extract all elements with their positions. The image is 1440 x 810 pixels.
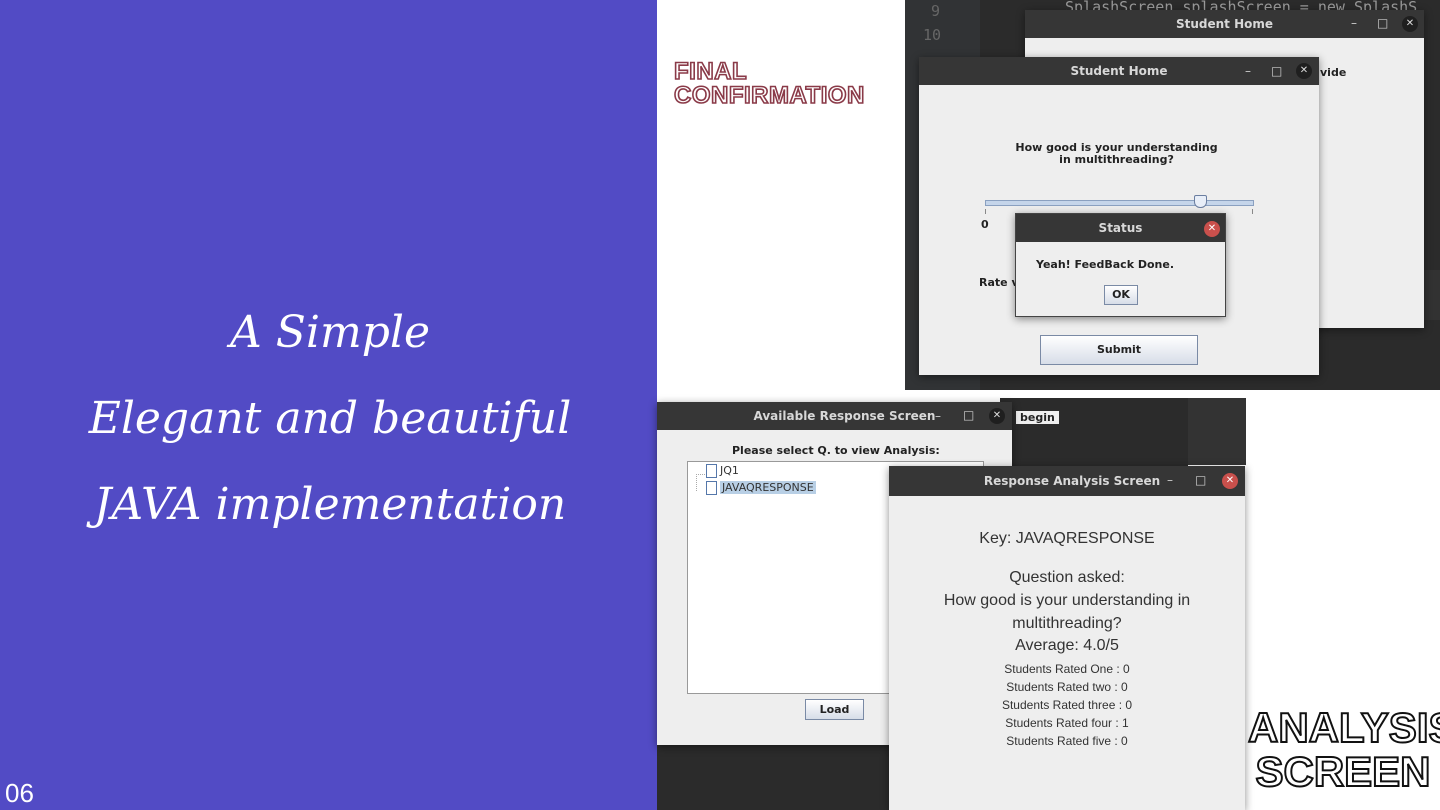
tagline-line-1: A Simple: [230, 307, 430, 358]
rate-label: Rate v: [979, 276, 1019, 289]
minimize-icon[interactable]: –: [935, 409, 941, 423]
code-editor-background: [1188, 398, 1246, 465]
code-editor-background: [657, 745, 889, 810]
rating-count: Students Rated One : 0: [1004, 662, 1130, 676]
final-confirmation-line-1: FINAL: [673, 58, 748, 85]
maximize-icon[interactable]: □: [1271, 64, 1282, 78]
minimize-icon[interactable]: –: [1245, 64, 1251, 78]
rating-count: Students Rated three : 0: [1001, 698, 1133, 712]
tick-mark: [985, 209, 986, 214]
tick-mark: [1252, 209, 1253, 214]
line-number: 9: [931, 2, 941, 20]
partial-text: vide: [1320, 66, 1347, 79]
question-text-line-2: multithreading?: [1012, 615, 1122, 632]
load-button[interactable]: Load: [805, 699, 864, 720]
average-label: Average: 4.0/5: [1015, 637, 1119, 654]
minimize-icon[interactable]: –: [1167, 473, 1173, 487]
window-title: Student Home: [919, 57, 1319, 85]
slider-thumb[interactable]: [1193, 195, 1207, 208]
tagline: A Simple Elegant and beautiful JAVA impl…: [60, 290, 600, 548]
close-icon[interactable]: ✕: [1204, 221, 1220, 237]
analysis-label-line-1: ANALYSIS: [1247, 704, 1440, 751]
slider-min-label: 0: [981, 218, 989, 231]
close-icon[interactable]: ✕: [1402, 16, 1418, 32]
file-icon: [706, 464, 717, 478]
window-title: Student Home: [1025, 10, 1424, 38]
tree-item[interactable]: JQ1: [706, 464, 739, 478]
tagline-line-3: JAVA implementation: [93, 479, 567, 530]
maximize-icon[interactable]: □: [1377, 16, 1388, 30]
minimize-icon[interactable]: –: [1351, 16, 1357, 30]
maximize-icon[interactable]: □: [1195, 473, 1206, 487]
close-icon[interactable]: ✕: [989, 408, 1005, 424]
tagline-line-2: Elegant and beautiful: [88, 393, 572, 444]
status-message: Yeah! FeedBack Done.: [1036, 258, 1175, 271]
window-title: Response Analysis Screen: [889, 466, 1245, 496]
dialog-title: Status: [1016, 214, 1225, 242]
ok-button[interactable]: OK: [1104, 285, 1138, 305]
partial-text: begin: [1016, 411, 1059, 424]
maximize-icon[interactable]: □: [963, 408, 974, 422]
question-label: How good is your understanding in multit…: [1015, 141, 1218, 166]
key-label: Key: JAVAQRESPONSE: [979, 530, 1155, 547]
analysis-label-line-2: SCREEN: [1254, 748, 1431, 795]
tree-item-label: JAVAQRESPONSE: [720, 481, 816, 494]
slide-number: 06: [5, 778, 34, 808]
submit-button[interactable]: Submit: [1040, 335, 1198, 365]
final-confirmation-line-2: CONFIRMATION: [673, 82, 865, 109]
tree-item-label: JQ1: [720, 464, 739, 477]
question-heading: Question asked:: [1009, 569, 1125, 586]
line-number: 10: [923, 26, 942, 44]
status-dialog: Status ✕ Yeah! FeedBack Done. OK: [1015, 213, 1226, 317]
close-icon[interactable]: ✕: [1222, 473, 1238, 489]
select-prompt: Please select Q. to view Analysis:: [732, 444, 940, 457]
rating-slider[interactable]: [985, 195, 1254, 208]
tree-item[interactable]: JAVAQRESPONSE: [706, 481, 816, 495]
file-icon: [706, 481, 717, 495]
window-title: Available Response Screen: [657, 402, 1012, 430]
rating-count: Students Rated five : 0: [1006, 734, 1128, 748]
final-confirmation-label: FINAL CONFIRMATION: [673, 58, 865, 109]
question-text-line-1: How good is your understanding in: [943, 592, 1191, 609]
rating-count: Students Rated two : 0: [1006, 680, 1128, 694]
response-analysis-window: Response Analysis Screen – □ ✕ Key: JAVA…: [889, 466, 1245, 810]
close-icon[interactable]: ✕: [1296, 63, 1312, 79]
code-editor-background: begin: [1000, 398, 1188, 468]
analysis-screen-label: ANALYSIS SCREEN: [1247, 704, 1440, 795]
rating-count: Students Rated four : 1: [1005, 716, 1129, 730]
